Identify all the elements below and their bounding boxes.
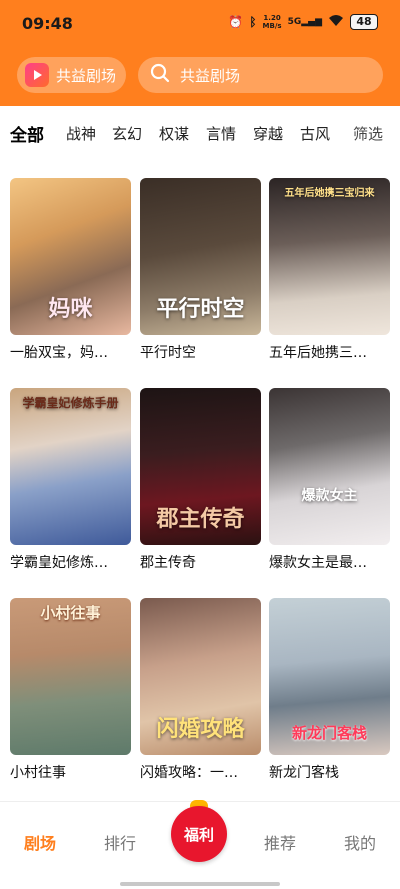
drama-card[interactable]: 妈咪 一胎双宝，妈… bbox=[10, 178, 131, 362]
drama-title: 小村往事 bbox=[10, 765, 66, 781]
category-ancient[interactable]: 古风 bbox=[300, 123, 330, 144]
poster-title: 妈咪 bbox=[48, 296, 93, 322]
drama-title: 五年后她携三… bbox=[269, 345, 367, 361]
status-bar: 09:48 ⏰ ᛒ 1.20 MB/s 5G▂▄▆ 48 bbox=[0, 0, 400, 48]
category-romance[interactable]: 言情 bbox=[206, 123, 236, 144]
signal-icon: 5G▂▄▆ bbox=[287, 17, 322, 27]
home-indicator[interactable] bbox=[120, 882, 280, 886]
tab-recommend[interactable]: 推荐 bbox=[264, 830, 296, 854]
theater-logo-icon bbox=[25, 63, 49, 87]
drama-card[interactable]: 爆款女主 爆款女主是最… bbox=[269, 388, 390, 572]
drama-poster: 五年后她携三宝归来 bbox=[269, 178, 390, 335]
drama-poster: 闪婚攻略 bbox=[140, 598, 261, 755]
poster-title: 新龙门客栈 bbox=[291, 724, 367, 742]
drama-poster: 小村往事 bbox=[10, 598, 131, 755]
drama-poster: 学霸皇妃修炼手册 bbox=[10, 388, 131, 545]
status-time: 09:48 bbox=[22, 14, 73, 33]
net-speed: 1.20 MB/s bbox=[262, 14, 282, 30]
search-placeholder: 共益剧场 bbox=[180, 66, 241, 85]
drama-card[interactable]: 小村往事 小村往事 bbox=[10, 598, 131, 782]
bottom-tab-bar: 剧场 排行 福利 推荐 我的 bbox=[0, 800, 400, 889]
filter-button[interactable]: 筛选 bbox=[353, 123, 383, 144]
drama-card[interactable]: 五年后她携三宝归来 五年后她携三… bbox=[269, 178, 390, 362]
top-header: 09:48 ⏰ ᛒ 1.20 MB/s 5G▂▄▆ 48 共益剧场 共益剧场 bbox=[0, 0, 400, 106]
tab-theater[interactable]: 剧场 bbox=[24, 830, 56, 854]
poster-title: 平行时空 bbox=[156, 296, 245, 322]
search-icon bbox=[150, 63, 170, 87]
category-time-travel[interactable]: 穿越 bbox=[253, 123, 283, 144]
category-intrigue[interactable]: 权谋 bbox=[159, 123, 189, 144]
category-tabs: 全部 战神 玄幻 权谋 言情 穿越 古风 筛选 bbox=[0, 106, 400, 160]
drama-poster: 新龙门客栈 bbox=[269, 598, 390, 755]
drama-title: 闪婚攻略：一… bbox=[140, 765, 238, 781]
drama-card[interactable]: 郡主传奇 郡主传奇 bbox=[140, 388, 261, 572]
drama-card[interactable]: 平行时空 平行时空 bbox=[140, 178, 261, 362]
poster-title: 小村往事 bbox=[40, 604, 101, 622]
poster-title: 郡主传奇 bbox=[156, 506, 245, 532]
category-fantasy[interactable]: 玄幻 bbox=[112, 123, 142, 144]
search-bar[interactable]: 共益剧场 bbox=[138, 57, 383, 93]
battery-icon: 48 bbox=[350, 14, 378, 30]
drama-title: 平行时空 bbox=[140, 345, 196, 361]
drama-card[interactable]: 闪婚攻略 闪婚攻略：一… bbox=[140, 598, 261, 782]
category-war-god[interactable]: 战神 bbox=[66, 123, 96, 144]
wifi-icon bbox=[328, 14, 344, 30]
brand-label: 共益剧场 bbox=[56, 66, 117, 85]
alarm-icon: ⏰ bbox=[228, 15, 244, 29]
drama-poster: 妈咪 bbox=[10, 178, 131, 335]
drama-poster: 平行时空 bbox=[140, 178, 261, 335]
tab-mine[interactable]: 我的 bbox=[344, 830, 376, 854]
drama-poster: 爆款女主 bbox=[269, 388, 390, 545]
poster-title: 闪婚攻略 bbox=[156, 716, 245, 742]
drama-title: 一胎双宝，妈… bbox=[10, 345, 108, 361]
drama-title: 新龙门客栈 bbox=[269, 765, 339, 781]
poster-title: 五年后她携三宝归来 bbox=[284, 188, 375, 199]
tab-welfare[interactable]: 福利 bbox=[171, 806, 227, 862]
drama-title: 爆款女主是最… bbox=[269, 555, 367, 571]
status-icons: ⏰ ᛒ 1.20 MB/s 5G▂▄▆ 48 bbox=[228, 14, 378, 30]
bluetooth-icon: ᛒ bbox=[249, 15, 257, 29]
tab-ranking[interactable]: 排行 bbox=[104, 830, 136, 854]
drama-poster: 郡主传奇 bbox=[140, 388, 261, 545]
poster-title: 爆款女主 bbox=[301, 488, 358, 504]
poster-title: 学霸皇妃修炼手册 bbox=[22, 396, 119, 410]
category-all[interactable]: 全部 bbox=[10, 121, 44, 146]
brand-badge[interactable]: 共益剧场 bbox=[17, 57, 126, 93]
drama-title: 郡主传奇 bbox=[140, 555, 196, 571]
drama-card[interactable]: 学霸皇妃修炼手册 学霸皇妃修炼… bbox=[10, 388, 131, 572]
drama-title: 学霸皇妃修炼… bbox=[10, 555, 108, 571]
drama-card[interactable]: 新龙门客栈 新龙门客栈 bbox=[269, 598, 390, 782]
